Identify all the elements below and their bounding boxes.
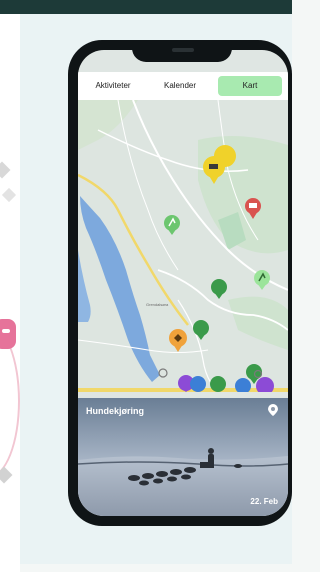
- decorative-diamond: [0, 466, 13, 484]
- map-road-label: Grendalsøra: [146, 302, 169, 307]
- decorative-diamond: [0, 161, 11, 179]
- decorative-diamond: [1, 187, 17, 203]
- decorative-pink-badge: [0, 319, 16, 349]
- featured-activity-date: 22. Feb: [250, 497, 278, 506]
- map-view[interactable]: Grendalsøra: [78, 100, 288, 392]
- tab-kart[interactable]: Kart: [218, 76, 282, 96]
- tab-kalender[interactable]: Kalender: [150, 76, 210, 96]
- tab-aktiviteter[interactable]: Aktiviteter: [84, 76, 142, 96]
- activity-pin-icon[interactable]: [210, 376, 226, 392]
- tab-bar: Aktiviteter Kalender Kart: [78, 72, 288, 100]
- featured-activity-title: Hundekjøring: [86, 406, 144, 416]
- map-pin-icon[interactable]: [268, 404, 278, 416]
- phone-screen: Aktiviteter Kalender Kart Grendalsøra Hu…: [78, 50, 288, 516]
- top-bar: [0, 0, 292, 14]
- decorative-background: [0, 14, 20, 572]
- featured-activity-card[interactable]: Hundekjøring 22. Feb: [78, 398, 288, 516]
- phone-notch: [132, 40, 232, 62]
- blue-pin-icon[interactable]: [190, 376, 206, 392]
